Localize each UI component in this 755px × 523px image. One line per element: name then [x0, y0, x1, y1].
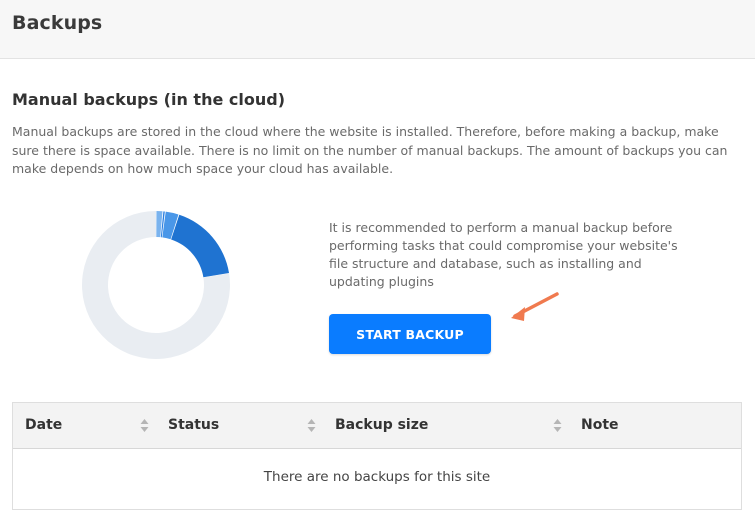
- table-header-row: Date Status Backup size Note: [13, 403, 741, 449]
- page-title: Backups: [12, 12, 103, 34]
- sort-arrows-icon[interactable]: [140, 418, 149, 433]
- empty-table-message: There are no backups for this site: [263, 469, 491, 485]
- backup-recommendation-text: It is recommended to perform a manual ba…: [329, 220, 678, 289]
- backups-page: Backups Manual backups (in the cloud) Ma…: [0, 0, 755, 523]
- storage-donut-chart: [82, 211, 230, 359]
- manual-backups-title: Manual backups (in the cloud): [12, 90, 285, 109]
- start-backup-button[interactable]: START BACKUP: [329, 314, 491, 354]
- pointer-arrow-icon: [511, 292, 559, 321]
- column-header-backup-size[interactable]: Backup size: [335, 403, 428, 448]
- column-header-status[interactable]: Status: [168, 403, 219, 448]
- page-header: Backups: [0, 0, 755, 59]
- donut-segment: [171, 214, 230, 278]
- manual-backups-description: Manual backups are stored in the cloud w…: [12, 124, 728, 176]
- sort-arrows-icon[interactable]: [553, 418, 562, 433]
- column-header-note: Note: [581, 417, 619, 433]
- backups-table: Date Status Backup size Note There are n…: [12, 402, 742, 510]
- column-header-date[interactable]: Date: [25, 403, 62, 448]
- sort-arrows-icon[interactable]: [307, 418, 316, 433]
